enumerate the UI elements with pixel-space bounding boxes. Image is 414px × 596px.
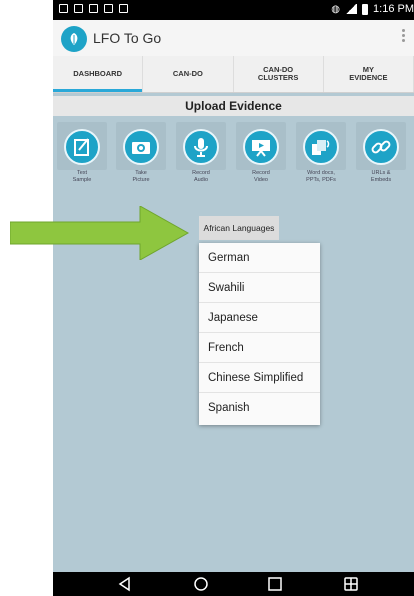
upload-label: URLs & Embeds: [370, 170, 392, 183]
language-menu: German Swahili Japanese French Chinese S…: [199, 243, 320, 425]
recent-apps-icon[interactable]: [267, 576, 283, 592]
record-video-button[interactable]: Record Video: [233, 120, 289, 183]
tab-can-do[interactable]: CAN-DO: [143, 56, 234, 92]
device-screen: ◍ 1:16 PM LFO To Go DASHBOARD CAN-DO CAN…: [53, 0, 414, 596]
record-audio-button[interactable]: Record Audio: [173, 120, 229, 183]
app-bar: LFO To Go: [53, 20, 414, 56]
tab-my-evidence[interactable]: MY EVIDENCE: [324, 56, 414, 92]
language-option-french[interactable]: French: [199, 333, 320, 363]
language-option-chinese-simplified[interactable]: Chinese Simplified: [199, 363, 320, 393]
app-title: LFO To Go: [93, 30, 162, 46]
gallery-icon: [59, 4, 68, 13]
back-icon[interactable]: [117, 576, 133, 592]
upload-label: Word docs, PPTs, PDFs: [306, 170, 336, 183]
overflow-menu-icon[interactable]: [402, 29, 406, 42]
upload-label: Record Audio: [192, 170, 210, 183]
gear-icon: [119, 4, 128, 13]
status-bar: ◍ 1:16 PM: [53, 0, 414, 20]
message-icon: [104, 4, 113, 13]
upload-label: Text Sample: [72, 170, 92, 183]
tab-dashboard[interactable]: DASHBOARD: [53, 56, 144, 92]
camera-icon: [132, 142, 150, 154]
language-option-spanish[interactable]: Spanish: [199, 393, 320, 423]
documents-button[interactable]: Word docs, PPTs, PDFs: [293, 120, 349, 183]
upload-label: Take Picture: [132, 170, 150, 183]
language-option-japanese[interactable]: Japanese: [199, 303, 320, 333]
language-option-german[interactable]: German: [199, 243, 320, 273]
video-camera-icon: [252, 140, 270, 157]
battery-icon: [362, 3, 369, 15]
link-icon: [371, 140, 391, 154]
location-icon: [74, 4, 83, 13]
language-dropdown[interactable]: African Languages: [199, 216, 279, 240]
signal-icon: [345, 4, 358, 14]
text-sample-icon: [74, 138, 89, 156]
usb-icon: [89, 4, 98, 13]
upload-label: Record Video: [252, 170, 270, 183]
tab-can-do-clusters[interactable]: CAN-DO CLUSTERS: [234, 56, 324, 92]
microphone-icon: [194, 138, 208, 157]
tab-bar: DASHBOARD CAN-DO CAN-DO CLUSTERS MY EVID…: [53, 56, 414, 93]
take-picture-button[interactable]: Take Picture: [113, 120, 169, 183]
documents-icon: [312, 140, 330, 155]
home-icon[interactable]: [193, 576, 209, 592]
text-sample-button[interactable]: Text Sample: [54, 120, 110, 183]
navigation-bar: [53, 572, 414, 596]
wifi-icon: ◍: [331, 3, 341, 15]
app-logo-icon: [61, 26, 87, 52]
urls-embeds-button[interactable]: URLs & Embeds: [353, 120, 409, 183]
upload-options: Text Sample Take Picture Record Audio Re…: [53, 120, 414, 183]
multi-window-icon[interactable]: [343, 576, 359, 592]
status-time: 1:16 PM: [373, 3, 414, 15]
language-option-swahili[interactable]: Swahili: [199, 273, 320, 303]
section-title: Upload Evidence: [53, 96, 414, 116]
pointer-arrow: [10, 206, 190, 260]
